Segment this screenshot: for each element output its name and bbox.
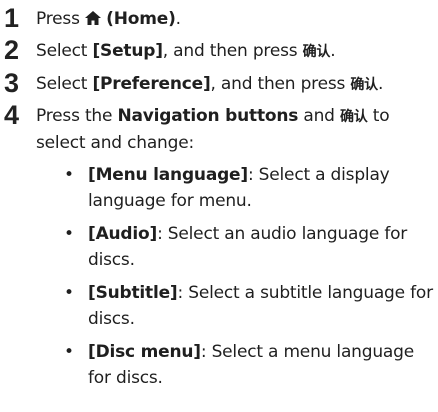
step-text-post: . <box>377 74 384 94</box>
step-text: Press (Home). <box>36 6 434 32</box>
home-icon <box>84 7 101 25</box>
step-text-pre: Select <box>36 74 93 94</box>
step-number: 1 <box>4 3 20 33</box>
option-text: [Subtitle]: Select a subtitle language f… <box>88 280 434 332</box>
navigation-buttons-label: Navigation buttons <box>117 106 299 126</box>
step-number: 3 <box>4 68 20 98</box>
step-text-mid: and <box>298 106 340 126</box>
option-text: [Audio]: Select an audio language for di… <box>88 221 434 273</box>
step-number: 4 <box>4 100 20 130</box>
bullet-icon: • <box>64 283 75 303</box>
step-text-mid: , and then press <box>210 74 351 94</box>
menu-item-preference: [Preference] <box>92 74 211 94</box>
step-text: Press the Navigation buttons and 确认 to s… <box>36 103 434 156</box>
step-text-post: . <box>175 9 181 29</box>
confirm-button-label: 确认 <box>339 109 368 125</box>
bullet-icon: • <box>64 342 75 362</box>
home-label: (Home) <box>106 9 176 29</box>
step-text-post: . <box>330 41 336 61</box>
bullet-icon: • <box>64 224 75 244</box>
option-text: [Menu language]: Select a display langua… <box>88 162 434 214</box>
confirm-button-label: 确认 <box>302 44 331 60</box>
step-text: Select [Setup], and then press 确认. <box>36 38 434 65</box>
confirm-button-label: 确认 <box>350 77 378 93</box>
menu-item-setup: [Setup] <box>92 41 163 61</box>
bullet-icon: • <box>64 165 75 185</box>
option-label: [Menu language] <box>88 165 248 185</box>
step-text-pre: Press <box>36 9 85 29</box>
option-text: [Disc menu]: Select a menu language for … <box>88 339 434 391</box>
step-text-pre: Select <box>36 41 93 61</box>
option-label: [Subtitle] <box>88 283 178 303</box>
instruction-document: 1 Press (Home). 2 Select [Setup], and th… <box>0 0 438 412</box>
step-text: Select [Preference], and then press 确认. <box>36 71 434 98</box>
step-text-mid: , and then press <box>162 41 303 61</box>
step-number: 2 <box>4 35 20 65</box>
step-text-pre: Press the <box>36 106 118 126</box>
option-label: [Audio] <box>88 224 158 244</box>
option-label: [Disc menu] <box>88 342 201 362</box>
